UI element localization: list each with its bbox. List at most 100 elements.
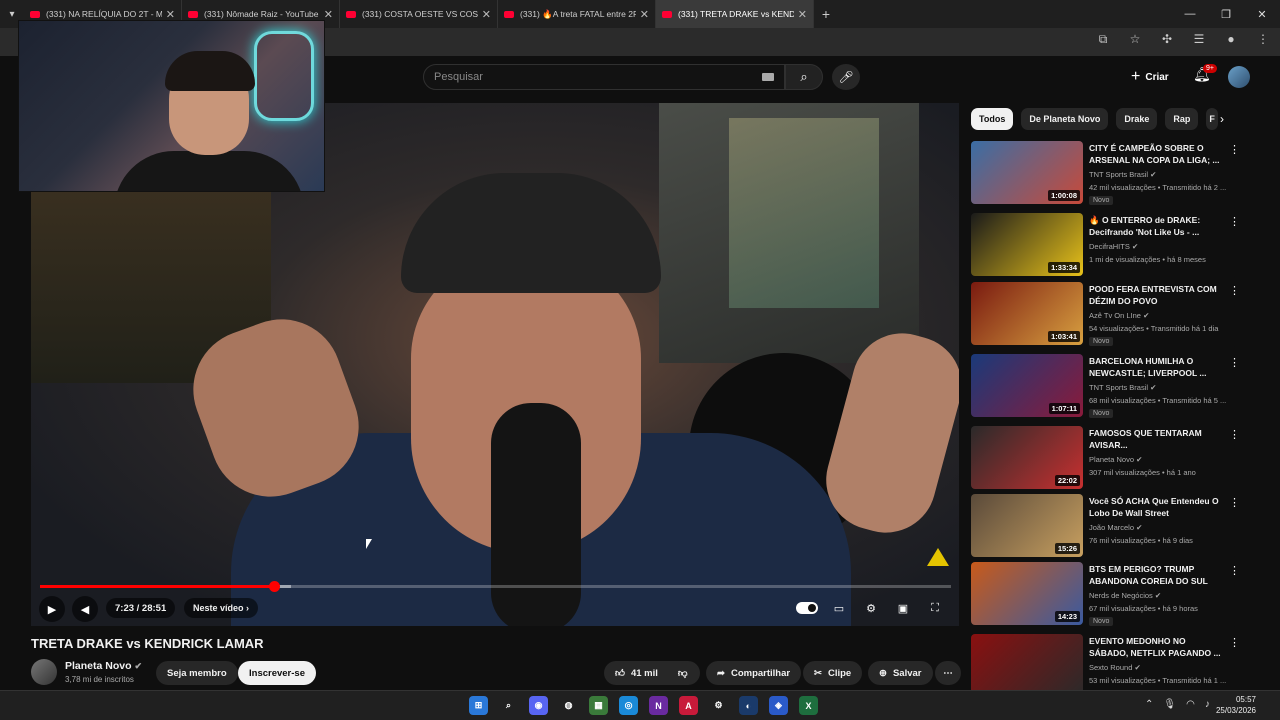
search-icon[interactable]: ⌕ [499, 696, 518, 715]
recommended-video[interactable]: 1:03:41 POOD FERA ENTREVISTA COM DÉZIM DO… [971, 282, 1241, 348]
create-button[interactable]: + Criar [1131, 67, 1169, 87]
system-clock[interactable]: 05:57 25/03/2026 [1216, 694, 1256, 716]
save-button[interactable]: ⊕ Salvar [868, 661, 933, 685]
video-title[interactable]: BARCELONA HUMILHA O NEWCASTLE; LIVERPOOL… [1089, 355, 1227, 379]
more-vert-icon[interactable]: ⋮ [1229, 215, 1240, 228]
chip-channel[interactable]: De Planeta Novo [1021, 108, 1109, 130]
steam-icon[interactable]: ◐ [739, 696, 758, 715]
channel-name[interactable]: Sexto Round ✔ [1089, 663, 1141, 672]
browser-tab[interactable]: (331) COSTA OESTE VS COSTA L ✕ [340, 0, 498, 28]
channel-name[interactable]: Azê Tv On LIne ✔ [1089, 311, 1149, 320]
chapters-button[interactable]: Neste vídeo › [184, 598, 259, 618]
settings-icon[interactable]: ⚙ [709, 696, 728, 715]
video-thumbnail[interactable]: 1:03:41 [971, 282, 1083, 345]
close-tab-icon[interactable]: ✕ [798, 8, 807, 21]
close-tab-icon[interactable]: ✕ [166, 8, 175, 21]
recommended-video[interactable]: 1:33:34 🔥 O ENTERRO de DRAKE: Decifrando … [971, 213, 1241, 279]
video-title[interactable]: 🔥 O ENTERRO de DRAKE: Decifrando 'Not Li… [1089, 214, 1227, 238]
video-thumbnail[interactable]: 22:02 [971, 426, 1083, 489]
more-vert-icon[interactable]: ⋮ [1229, 143, 1240, 156]
close-tab-icon[interactable]: ✕ [640, 8, 649, 21]
video-thumbnail[interactable]: 1:00:08 [971, 141, 1083, 204]
subscribe-button[interactable]: Inscrever-se [238, 661, 316, 685]
reading-list-icon[interactable]: ☰ [1190, 32, 1208, 47]
video-thumbnail[interactable]: 14:23 [971, 562, 1083, 625]
video-title[interactable]: Você SÓ ACHA Que Entendeu O Lobo De Wall… [1089, 495, 1227, 519]
subtitles-icon[interactable]: ▭ [829, 599, 849, 617]
recommended-video[interactable]: 22:02 FAMOSOS QUE TENTARAM AVISAR... Plane… [971, 426, 1241, 492]
recommended-video[interactable]: 15:26 Você SÓ ACHA Que Entendeu O Lobo De… [971, 494, 1241, 560]
channel-name[interactable]: Planeta Novo ✔ [1089, 455, 1142, 464]
app-icon[interactable]: ◈ [769, 696, 788, 715]
channel-name[interactable]: Nerds de Negócios ✔ [1089, 591, 1161, 600]
progress-bar[interactable] [40, 581, 951, 592]
cast-icon[interactable]: ⧉ [1094, 32, 1112, 47]
channel-name[interactable]: TNT Sports Brasil ✔ [1089, 383, 1156, 392]
tray-chevron-icon[interactable]: ⌃ [1145, 699, 1153, 710]
volume-button[interactable]: ◀︎ [72, 596, 98, 622]
video-title[interactable]: BTS EM PERIGO? TRUMP ABANDONA COREIA DO … [1089, 563, 1227, 587]
close-tab-icon[interactable]: ✕ [324, 8, 333, 21]
search-input[interactable]: Pesquisar [423, 64, 785, 90]
voice-search-button[interactable]: 🎤︎ [832, 64, 860, 90]
channel-avatar[interactable] [31, 659, 57, 685]
minecraft-icon[interactable]: ▦ [589, 696, 608, 715]
recommended-video[interactable]: 1:07:11 BARCELONA HUMILHA O NEWCASTLE; LI… [971, 354, 1241, 420]
video-thumbnail[interactable]: 1:33:34 [971, 213, 1083, 276]
like-button[interactable]: 👍︎ 41 mil 👎︎ [604, 661, 700, 685]
join-button[interactable]: Seja membro [156, 661, 238, 685]
theater-mode-icon[interactable]: ▣ [893, 599, 913, 617]
bookmark-star-icon[interactable]: ☆ [1126, 32, 1144, 47]
play-button[interactable]: ▶ [39, 596, 65, 622]
windows-start-icon[interactable]: ⊞ [469, 696, 488, 715]
more-vert-icon[interactable]: ⋮ [1229, 284, 1240, 297]
video-thumbnail[interactable] [971, 634, 1083, 697]
close-tab-icon[interactable]: ✕ [482, 8, 491, 21]
share-button[interactable]: ➦ Compartilhar [706, 661, 802, 685]
more-vert-icon[interactable]: ⋮ [1229, 564, 1240, 577]
settings-gear-icon[interactable]: ⚙ [861, 599, 881, 617]
speaker-icon[interactable]: ♪ [1205, 699, 1210, 710]
video-title[interactable]: FAMOSOS QUE TENTARAM AVISAR... [1089, 427, 1227, 451]
browser-tab-active[interactable]: (331) TRETA DRAKE vs KENDRI ✕ [656, 0, 814, 28]
browser-tab[interactable]: (331) 🔥A treta FATAL entre 2P ✕ [498, 0, 656, 28]
fullscreen-icon[interactable]: ⛶ [925, 599, 945, 617]
search-button[interactable]: ⌕ [785, 64, 823, 90]
video-thumbnail[interactable]: 1:07:11 [971, 354, 1083, 417]
new-tab-button[interactable]: + [814, 6, 838, 22]
recommended-video[interactable]: 14:23 BTS EM PERIGO? TRUMP ABANDONA COREI… [971, 562, 1241, 628]
minimize-icon[interactable]: — [1172, 0, 1208, 28]
video-thumbnail[interactable]: 15:26 [971, 494, 1083, 557]
close-window-icon[interactable]: ✕ [1244, 0, 1280, 28]
more-vert-icon[interactable]: ⋮ [1229, 428, 1240, 441]
microphone-tray-icon[interactable]: 🎙︎ [1163, 699, 1176, 710]
more-vert-icon[interactable]: ⋮ [1229, 636, 1240, 649]
channel-name[interactable]: Planeta Novo ✔ [65, 660, 142, 672]
keyboard-icon[interactable] [762, 73, 774, 81]
user-avatar[interactable] [1228, 66, 1250, 88]
discord-icon[interactable]: ◉ [529, 696, 548, 715]
adobe-icon[interactable]: A [679, 696, 698, 715]
video-title[interactable]: CITY É CAMPEÃO SOBRE O ARSENAL NA COPA D… [1089, 142, 1227, 166]
dislike-icon[interactable]: 👎︎ [678, 667, 688, 679]
channel-name[interactable]: DecifraHITS ✔ [1089, 242, 1138, 251]
chip-all[interactable]: Todos [971, 108, 1014, 130]
more-vert-icon[interactable]: ⋮ [1229, 356, 1240, 369]
more-vert-icon[interactable]: ⋮ [1229, 496, 1240, 509]
globe-icon[interactable]: ◍ [559, 696, 578, 715]
video-title[interactable]: POOD FERA ENTREVISTA COM DÉZIM DO POVO [1089, 283, 1227, 307]
excel-icon[interactable]: X [799, 696, 818, 715]
channel-name[interactable]: TNT Sports Brasil ✔ [1089, 170, 1156, 179]
maximize-icon[interactable]: ❐ [1208, 0, 1244, 28]
autoplay-toggle[interactable] [796, 602, 818, 614]
video-title[interactable]: EVENTO MEDONHO NO SÁBADO, NETFLIX PAGAND… [1089, 635, 1227, 659]
more-menu-icon[interactable]: ⋮ [1254, 32, 1272, 47]
profile-icon[interactable]: ● [1222, 32, 1240, 47]
chrome-icon[interactable]: ◎ [619, 696, 638, 715]
network-icon[interactable]: ◠ [1186, 699, 1195, 710]
extensions-icon[interactable]: ✣ [1158, 32, 1176, 47]
next-app-icon[interactable]: N [649, 696, 668, 715]
clip-button[interactable]: ✂ Clipe [803, 661, 863, 685]
channel-name[interactable]: João Marcelo ✔ [1089, 523, 1142, 532]
chips-next-arrow-icon[interactable]: › [1212, 110, 1232, 128]
